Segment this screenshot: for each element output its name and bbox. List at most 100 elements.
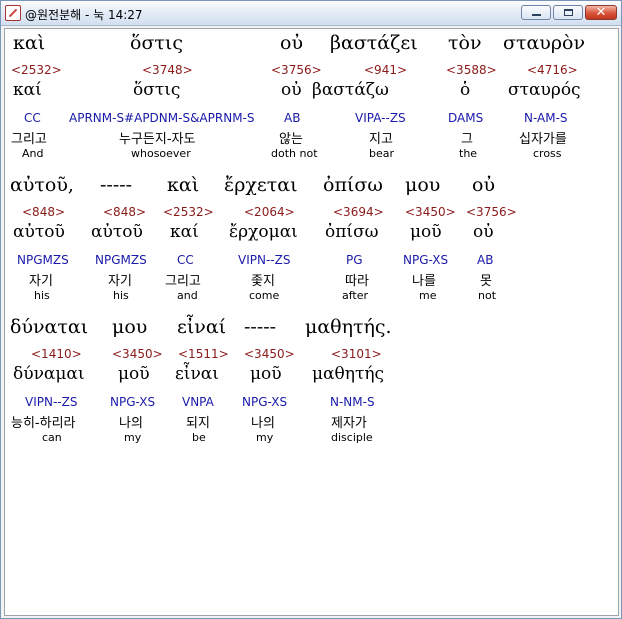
parsing-code: DAMS xyxy=(448,111,484,125)
parsing-code: NPG-XS xyxy=(110,395,156,409)
korean-gloss: 않는 xyxy=(279,132,303,147)
lemma: οὐ xyxy=(473,222,494,242)
english-gloss: the xyxy=(459,147,478,160)
strong-number[interactable]: <3450> xyxy=(244,347,295,361)
lemma: καί xyxy=(13,80,42,100)
lemma: αὐτοῦ xyxy=(91,222,143,242)
lemma: οὐ xyxy=(281,80,302,100)
lemma: ὀπίσω xyxy=(325,222,379,242)
greek-word[interactable]: μου xyxy=(405,174,440,196)
strong-number[interactable]: <4716> xyxy=(527,63,578,77)
korean-gloss: 능히-하리라 xyxy=(11,416,76,431)
korean-gloss: 나를 xyxy=(412,274,436,289)
strong-number[interactable]: <3694> xyxy=(333,205,384,219)
strong-number[interactable]: <2064> xyxy=(244,205,295,219)
parsing-code: VIPN--ZS xyxy=(25,395,78,409)
greek-word[interactable]: δύναται xyxy=(10,316,88,338)
lemma: ὅστις xyxy=(133,80,181,100)
parsing-code: NPG-XS xyxy=(242,395,288,409)
strong-number[interactable]: <941> xyxy=(364,63,407,77)
korean-gloss: 누구든지-자도 xyxy=(119,132,196,147)
lemma: αὐτοῦ xyxy=(13,222,65,242)
korean-gloss: 나의 xyxy=(119,416,143,431)
lemma: δύναμαι xyxy=(13,364,85,384)
english-gloss: his xyxy=(113,289,129,302)
english-gloss: his xyxy=(34,289,50,302)
greek-word[interactable]: ----- xyxy=(100,174,132,196)
lemma: βαστάζω xyxy=(312,80,389,100)
english-gloss: cross xyxy=(533,147,562,160)
english-gloss: my xyxy=(256,431,274,444)
strong-number[interactable]: <3588> xyxy=(446,63,497,77)
lemma: ἔρχομαι xyxy=(229,222,298,242)
lemma: σταυρός xyxy=(508,80,581,100)
korean-gloss: 못 xyxy=(480,274,492,289)
english-gloss: disciple xyxy=(331,431,373,444)
parsing-code: PG xyxy=(346,253,363,267)
title-bar[interactable]: @원전분해 - 눅 14:27 ✕ xyxy=(1,1,621,26)
greek-word[interactable]: καὶ xyxy=(13,32,45,54)
greek-word[interactable]: οὐ xyxy=(472,174,495,196)
english-gloss: doth not xyxy=(271,147,318,160)
english-gloss: not xyxy=(478,289,497,302)
lemma: μοῦ xyxy=(250,364,282,384)
lemma: μαθητής xyxy=(312,364,385,384)
strong-number[interactable]: <2532> xyxy=(163,205,214,219)
parsing-code: VIPN--ZS xyxy=(238,253,291,267)
greek-word[interactable]: καὶ xyxy=(167,174,199,196)
greek-word[interactable]: μαθητής. xyxy=(305,316,392,338)
greek-word[interactable]: ----- xyxy=(244,316,276,338)
greek-word[interactable]: τὸν xyxy=(448,32,482,54)
parsing-code: NPGMZS xyxy=(17,253,69,267)
strong-number[interactable]: <3450> xyxy=(405,205,456,219)
parsing-code: APRNM-S#APDNM-S&APRNM-S xyxy=(69,111,255,125)
strong-number[interactable]: <3748> xyxy=(142,63,193,77)
greek-word[interactable]: ὀπίσω xyxy=(323,174,383,196)
strong-number[interactable]: <848> xyxy=(22,205,65,219)
strong-number[interactable]: <848> xyxy=(103,205,146,219)
parsing-code: NPG-XS xyxy=(403,253,449,267)
english-gloss: come xyxy=(249,289,280,302)
greek-word[interactable]: βαστάζει xyxy=(330,32,418,54)
korean-gloss: 따라 xyxy=(345,274,369,289)
english-gloss: whosoever xyxy=(131,147,191,160)
greek-word[interactable]: οὐ xyxy=(280,32,303,54)
korean-gloss: 자기 xyxy=(108,274,132,289)
lemma: μοῦ xyxy=(118,364,150,384)
close-button[interactable]: ✕ xyxy=(585,5,617,20)
lemma: ὁ xyxy=(460,80,471,100)
korean-gloss: 그리고 xyxy=(165,274,201,289)
strong-number[interactable]: <3101> xyxy=(331,347,382,361)
window-title: @원전분해 - 눅 14:27 xyxy=(25,8,143,22)
greek-word[interactable]: εἶναί xyxy=(177,316,226,338)
english-gloss: after xyxy=(342,289,369,302)
parsing-code: CC xyxy=(24,111,41,125)
korean-gloss: 나의 xyxy=(251,416,275,431)
greek-word[interactable]: σταυρὸν xyxy=(503,32,585,54)
maximize-icon xyxy=(564,9,573,16)
korean-gloss: 지고 xyxy=(369,132,393,147)
greek-word[interactable]: ἔρχεται xyxy=(224,174,298,196)
maximize-button[interactable] xyxy=(553,5,583,20)
strong-number[interactable]: <3450> xyxy=(112,347,163,361)
lemma: καί xyxy=(170,222,199,242)
strong-number[interactable]: <3756> xyxy=(271,63,322,77)
minimize-button[interactable] xyxy=(521,5,551,20)
close-icon: ✕ xyxy=(595,5,607,20)
strong-number[interactable]: <3756> xyxy=(466,205,517,219)
parsing-code: N-AM-S xyxy=(524,111,568,125)
greek-word[interactable]: ὅστις xyxy=(130,32,183,54)
app-icon[interactable] xyxy=(5,5,21,21)
english-gloss: And xyxy=(22,147,44,160)
strong-number[interactable]: <2532> xyxy=(11,63,62,77)
interlinear-panel[interactable]: καὶ <2532> καί CC 그리고 And ὅστις <3748> ὅ… xyxy=(4,28,619,616)
korean-gloss: 자기 xyxy=(29,274,53,289)
strong-number[interactable]: <1511> xyxy=(178,347,229,361)
korean-gloss: 십자가를 xyxy=(519,132,567,147)
greek-word[interactable]: μου xyxy=(112,316,147,338)
korean-gloss: 그 xyxy=(461,132,473,147)
parsing-code: AB xyxy=(284,111,301,125)
greek-word[interactable]: αὐτοῦ, xyxy=(10,174,74,196)
korean-gloss: 좇지 xyxy=(251,274,275,289)
strong-number[interactable]: <1410> xyxy=(31,347,82,361)
